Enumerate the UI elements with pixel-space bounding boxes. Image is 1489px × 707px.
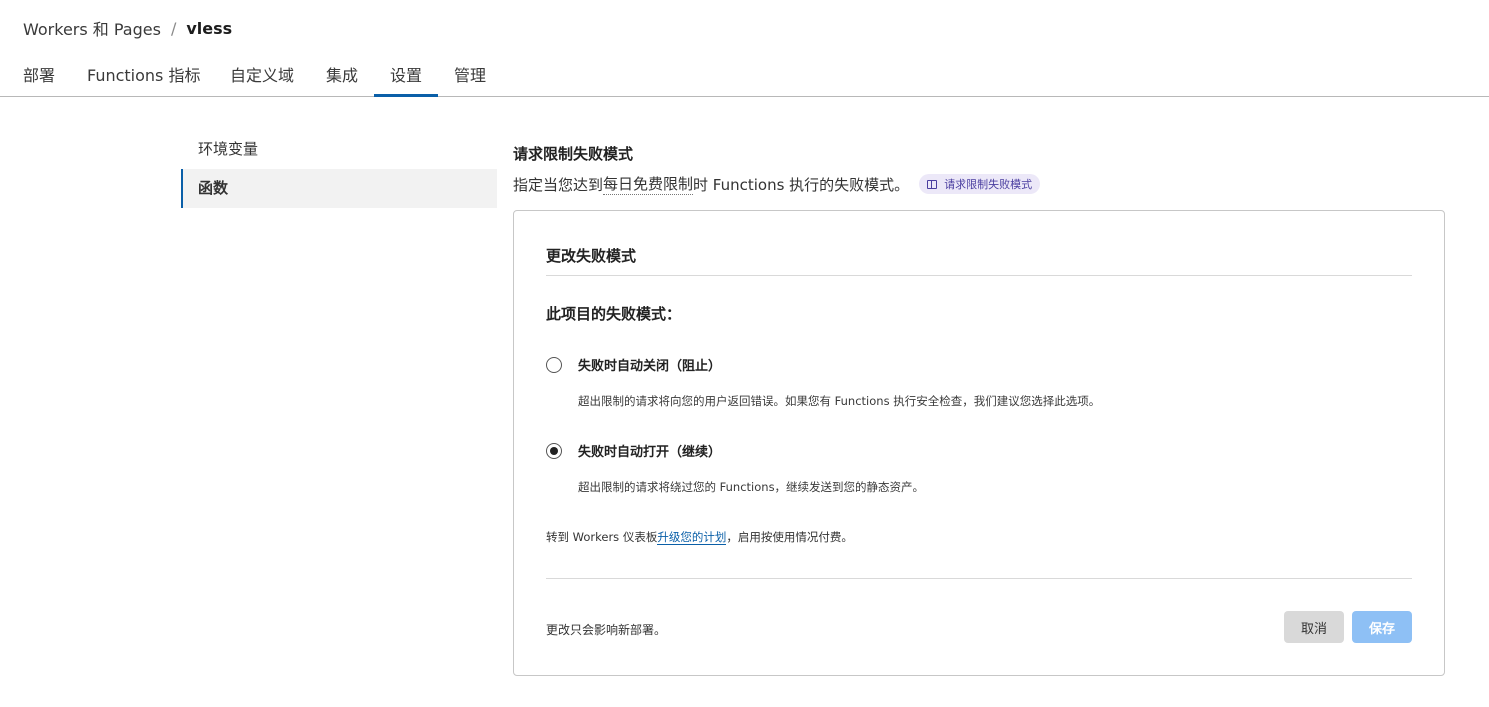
- cancel-button[interactable]: 取消: [1284, 611, 1344, 643]
- fail-mode-label: 此项目的失败模式：: [546, 305, 682, 323]
- sidenav-item-env-vars[interactable]: 环境变量: [181, 130, 497, 169]
- breadcrumb-current: vless: [186, 18, 233, 38]
- footer-note: 更改只会影响新部署。: [546, 623, 667, 637]
- desc-pre: 指定当您达到: [513, 175, 604, 194]
- upgrade-plan-link[interactable]: 升级您的计划: [657, 530, 727, 545]
- radio-help-text: 超出限制的请求将绕过您的 Functions，继续发送到您的静态资产。: [578, 480, 925, 494]
- tab-custom-domains[interactable]: 自定义域: [230, 62, 294, 96]
- divider: [546, 275, 1412, 276]
- sidenav-item-functions[interactable]: 函数: [181, 169, 497, 208]
- tab-bar: 部署 Functions 指标 自定义域 集成 设置 管理: [0, 58, 1489, 97]
- tab-integrations[interactable]: 集成: [326, 62, 358, 96]
- note-post: ，启用按使用情况付费。: [726, 530, 853, 544]
- docs-link-pill[interactable]: 请求限制失败模式: [919, 174, 1041, 194]
- tab-deploy[interactable]: 部署: [23, 62, 55, 96]
- daily-free-limit-tooltip[interactable]: 每日免费限制: [603, 173, 694, 195]
- docs-link-label: 请求限制失败模式: [944, 178, 1033, 191]
- radio-help-text: 超出限制的请求将向您的用户返回错误。如果您有 Functions 执行安全检查，…: [578, 394, 1101, 408]
- settings-sidenav: 环境变量 函数: [181, 130, 497, 208]
- tab-functions-metrics[interactable]: Functions 指标: [87, 62, 200, 96]
- breadcrumb: Workers 和 Pages / vless: [23, 16, 232, 40]
- tab-manage[interactable]: 管理: [454, 62, 486, 96]
- save-button[interactable]: 保存: [1352, 611, 1412, 643]
- radio-fail-closed[interactable]: 失败时自动关闭（阻止）: [546, 355, 721, 374]
- radio-label: 失败时自动打开（继续）: [578, 445, 722, 460]
- card-title: 更改失败模式: [546, 247, 637, 265]
- tab-settings[interactable]: 设置: [374, 62, 439, 97]
- radio-label: 失败时自动关闭（阻止）: [578, 359, 722, 374]
- section-title: 请求限制失败模式: [513, 145, 634, 163]
- note-pre: 转到 Workers 仪表板: [546, 530, 658, 544]
- radio-button-checked[interactable]: [546, 442, 562, 459]
- desc-post: 时 Functions 执行的失败模式。: [693, 175, 910, 194]
- radio-fail-open[interactable]: 失败时自动打开（继续）: [546, 441, 721, 460]
- radio-button[interactable]: [546, 356, 562, 373]
- book-icon: [927, 179, 938, 189]
- fail-mode-card: 更改失败模式 此项目的失败模式： 失败时自动关闭（阻止） 超出限制的请求将向您的…: [513, 210, 1445, 676]
- section-description: 指定当您达到 每日免费限制 时 Functions 执行的失败模式。 请求限制失…: [513, 173, 1041, 195]
- breadcrumb-parent[interactable]: Workers 和 Pages: [23, 16, 161, 40]
- upgrade-note: 转到 Workers 仪表板升级您的计划，启用按使用情况付费。: [546, 529, 853, 545]
- breadcrumb-separator: /: [170, 18, 177, 38]
- divider: [546, 578, 1412, 579]
